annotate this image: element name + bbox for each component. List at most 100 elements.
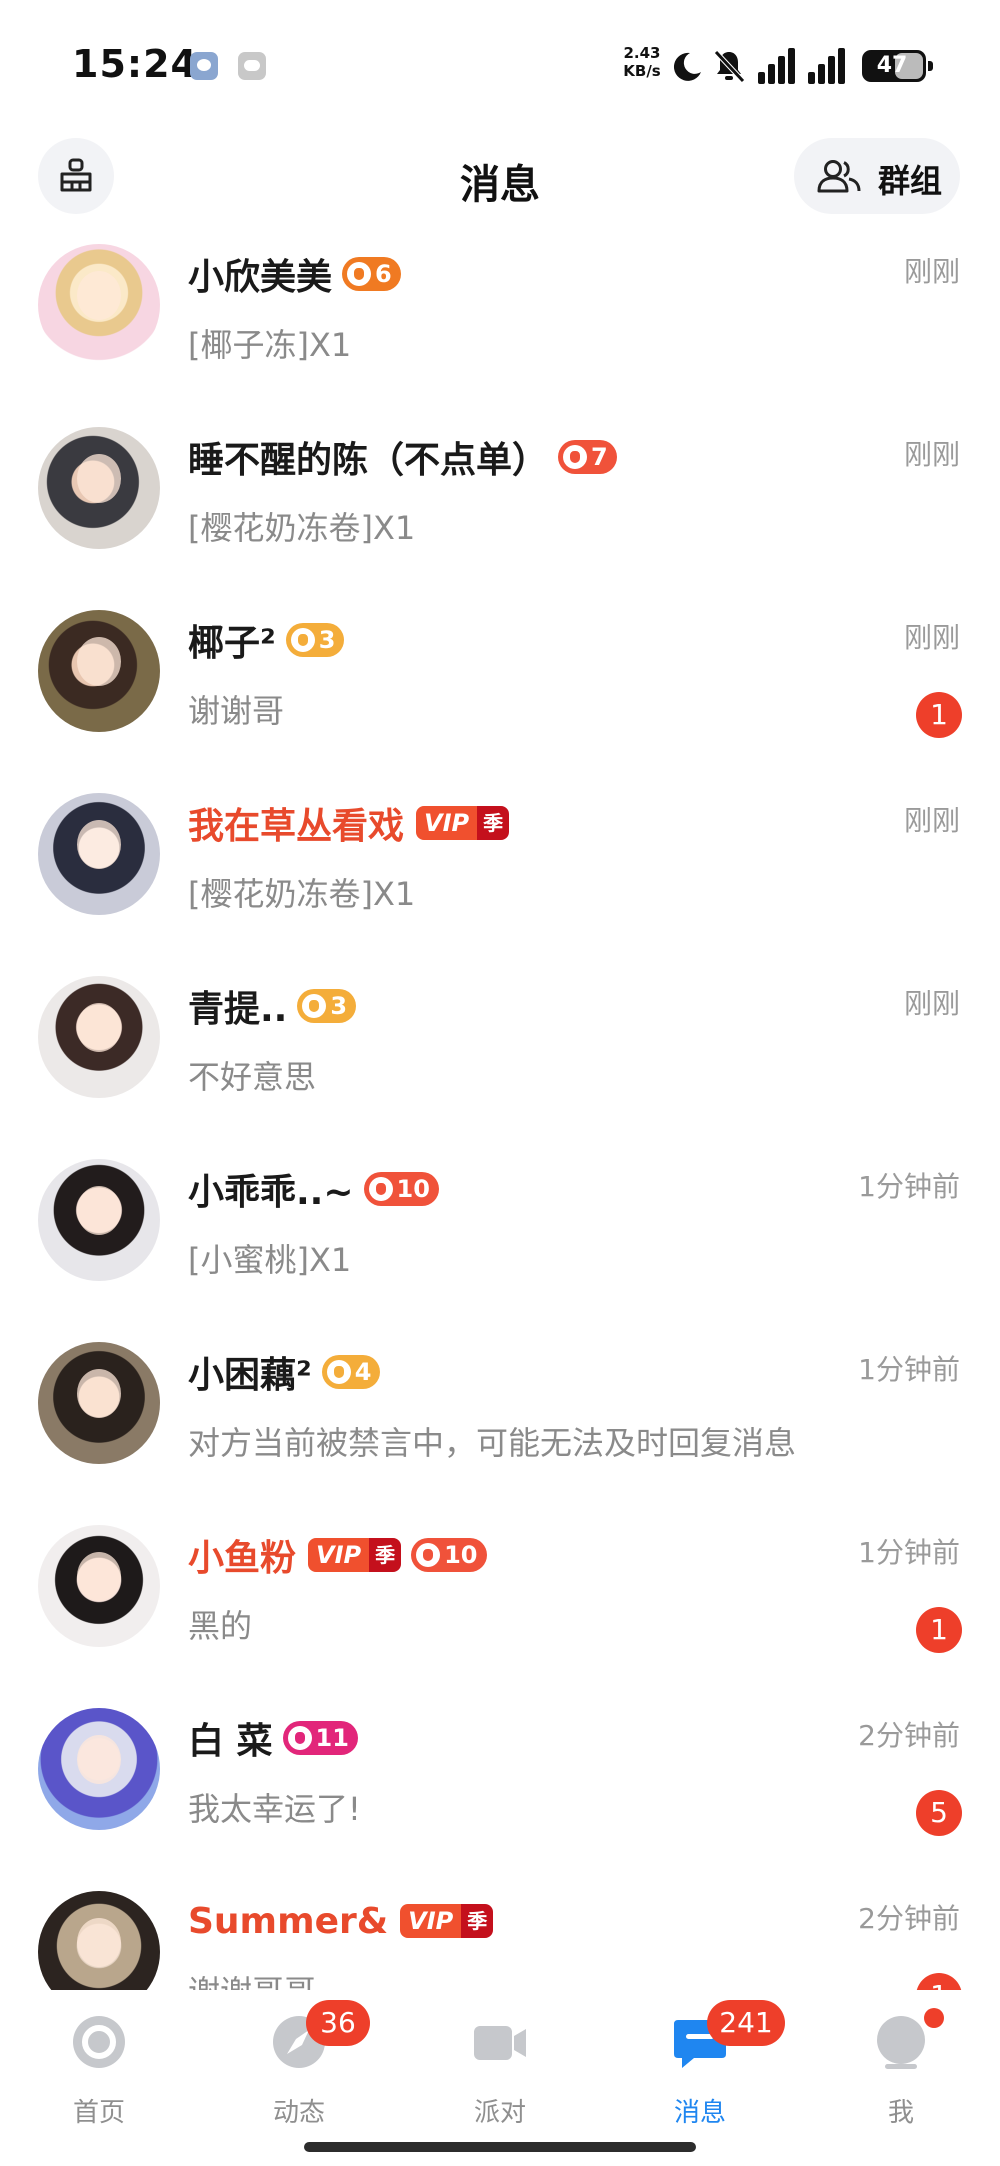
conversation-name: Summer&	[188, 1900, 389, 1942]
diamond-icon	[290, 628, 315, 652]
vip-label: VIP	[416, 806, 478, 840]
vip-badge: VIP 季	[416, 806, 510, 840]
conversation-row[interactable]: 睡不醒的陈（不点单） 7 [樱花奶冻卷]X1 刚刚	[0, 413, 1000, 596]
message-preview: 我太幸运了!	[188, 1790, 361, 1828]
tab-label: 派对	[473, 2098, 526, 2128]
network-speed: 2.43 KB/s	[620, 44, 664, 80]
diamond-icon	[416, 1543, 441, 1567]
level-badge: 3	[297, 989, 357, 1023]
level-badge: 10	[411, 1538, 487, 1572]
moon-icon	[673, 52, 701, 81]
message-time: 刚刚	[903, 438, 960, 471]
conversation-row[interactable]: 小欣美美 6 [椰子冻]X1 刚刚	[0, 230, 1000, 413]
message-time: 2分钟前	[858, 1719, 960, 1752]
conversation-row[interactable]: 白 菜 11 我太幸运了! 2分钟前 5	[0, 1694, 1000, 1877]
conversation-name: 椰子²	[188, 623, 276, 664]
diamond-icon	[563, 445, 588, 469]
conversation-name: 小乖乖..~	[188, 1172, 354, 1213]
level-value: 3	[318, 626, 336, 654]
notification-dot	[924, 2008, 944, 2028]
conversation-row[interactable]: 青提.. 3 不好意思 刚刚	[0, 962, 1000, 1145]
status-bar: 15:24 2.43 KB/s 47	[0, 0, 1000, 130]
battery-icon: 47	[862, 50, 933, 82]
level-value: 6	[375, 260, 392, 288]
tab-label: 首页	[72, 2098, 125, 2128]
tab-messages[interactable]: 241 消息	[625, 2000, 785, 2128]
conversation-row[interactable]: Summer& VIP季 谢谢哥哥 ~ 2分钟前 1	[0, 1877, 1000, 1990]
message-time: 1分钟前	[858, 1170, 960, 1203]
conversation-list: 小欣美美 6 [椰子冻]X1 刚刚 睡不醒的陈（不点单） 7 [樱花奶冻卷]X1…	[0, 230, 1000, 1990]
network-speed-unit: KB/s	[623, 62, 661, 80]
people-icon	[817, 160, 861, 193]
level-value: 10	[444, 1541, 478, 1569]
chat-notification-icon	[238, 52, 266, 80]
avatar	[38, 1525, 160, 1647]
tab-feed[interactable]: 36 动态	[224, 2000, 374, 2128]
vip-badge: VIP 季	[400, 1904, 494, 1938]
level-badge: 11	[282, 1721, 358, 1755]
unread-badge: 1	[916, 692, 962, 738]
tab-party[interactable]: 派对	[425, 2006, 575, 2128]
message-preview: 黑的	[188, 1607, 253, 1645]
conversation-name: 睡不醒的陈（不点单）	[188, 440, 549, 481]
home-indicator[interactable]	[304, 2142, 696, 2152]
battery-level: 47	[876, 53, 908, 78]
level-value: 7	[591, 443, 608, 471]
diamond-icon	[302, 994, 327, 1018]
avatar	[38, 1159, 160, 1281]
avatar	[38, 427, 160, 549]
tab-home[interactable]: 首页	[24, 2006, 174, 2128]
tab-me[interactable]: 我	[826, 2006, 976, 2128]
message-time: 1分钟前	[858, 1536, 960, 1569]
conversation-row[interactable]: 椰子² 3 谢谢哥 刚刚 1	[0, 596, 1000, 779]
message-time: 刚刚	[903, 804, 960, 837]
avatar	[38, 244, 160, 366]
bottom-tab-bar: 首页 36 动态 派对 241 消息 我	[0, 1990, 1000, 2166]
message-preview: 谢谢哥哥 ~	[188, 1967, 353, 1990]
conversation-name: 小鱼粉	[188, 1538, 297, 1579]
level-value: 4	[354, 1358, 372, 1386]
signal-icon	[758, 48, 845, 84]
conversation-row[interactable]: 小困藕² 4 对方当前被禁言中，可能无法及时回复消息 1分钟前	[0, 1328, 1000, 1511]
conversation-row[interactable]: 我在草丛看戏 VIP 季 [樱花奶冻卷]X1 刚刚	[0, 779, 1000, 962]
message-preview: 不好意思	[188, 1058, 317, 1096]
avatar	[38, 1342, 160, 1464]
diamond-icon	[347, 262, 372, 286]
network-speed-value: 2.43	[623, 44, 661, 62]
conversation-row[interactable]: 小乖乖..~ 10 [小蜜桃]X1 1分钟前	[0, 1145, 1000, 1328]
diamond-icon	[326, 1360, 351, 1384]
unread-badge: 1	[916, 1607, 962, 1653]
profile-icon	[877, 2016, 925, 2069]
conversation-name: 我在草丛看戏	[188, 806, 405, 847]
tab-badge: 241	[707, 2000, 785, 2046]
group-button-label: 群组	[878, 162, 943, 200]
avatar	[38, 1891, 160, 1990]
message-preview: [樱花奶冻卷]X1	[188, 875, 416, 913]
unread-badge: 1	[916, 1973, 962, 1990]
diamond-icon	[287, 1726, 312, 1750]
vip-badge: VIP 季	[308, 1538, 402, 1572]
message-preview: [樱花奶冻卷]X1	[188, 509, 416, 547]
level-badge: 7	[558, 440, 617, 474]
unread-badge: 5	[916, 1790, 962, 1836]
messages-screen: 15:24 2.43 KB/s 47 消息 群组 小欣美美 6 [椰子冻]X1 …	[0, 0, 1000, 2166]
avatar	[38, 1708, 160, 1830]
top-bar: 消息 群组	[0, 130, 1000, 230]
tab-label: 我	[887, 2098, 914, 2128]
conversation-name: 青提..	[188, 989, 288, 1030]
message-time: 1分钟前	[858, 1353, 960, 1386]
group-button[interactable]: 群组	[794, 138, 960, 214]
conversation-row[interactable]: 小鱼粉 VIP 季 10 黑的 1分钟前 1	[0, 1511, 1000, 1694]
level-value: 10	[396, 1175, 430, 1203]
avatar	[38, 976, 160, 1098]
home-disc-icon	[73, 2016, 125, 2068]
vip-season: 季	[477, 806, 510, 840]
message-preview: [小蜜桃]X1	[188, 1241, 352, 1279]
vip-season: 季	[369, 1538, 402, 1572]
message-time: 刚刚	[903, 621, 960, 654]
level-value: 3	[330, 992, 348, 1020]
vip-season: 季	[461, 1904, 494, 1938]
level-value: 11	[315, 1724, 349, 1752]
avatar	[38, 793, 160, 915]
tab-badge: 36	[306, 2000, 370, 2046]
